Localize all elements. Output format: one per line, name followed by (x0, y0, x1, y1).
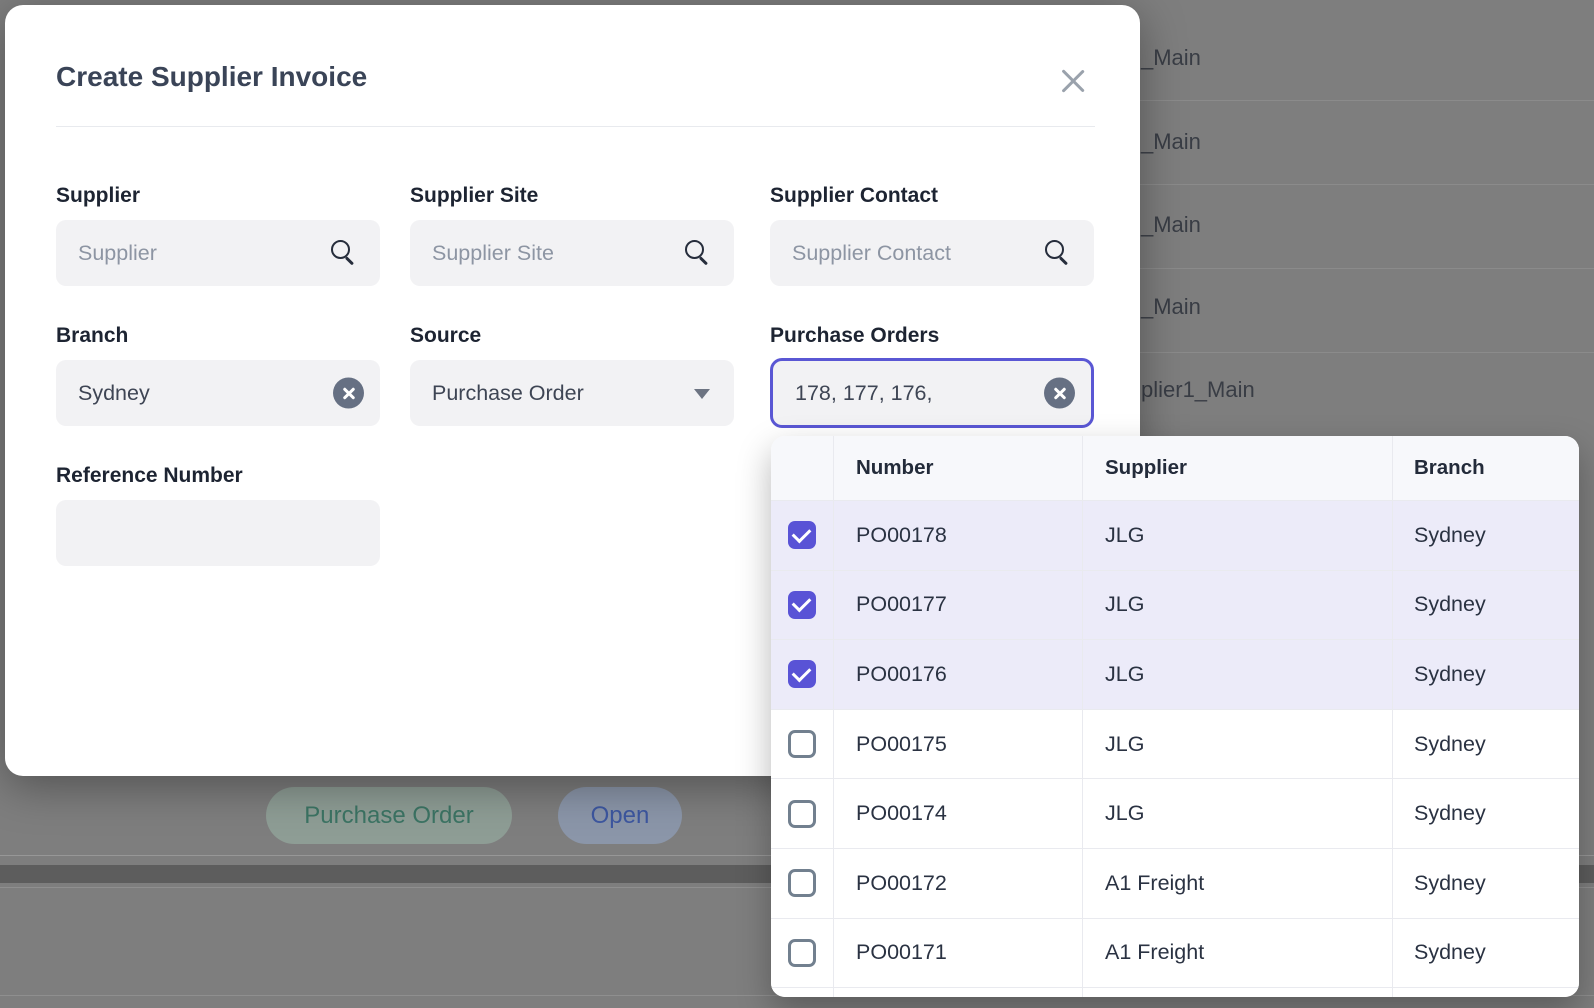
cell-branch: Sydney (1393, 571, 1579, 640)
table-row[interactable]: PO00177 JLG Sydney (771, 571, 1579, 641)
cell-supplier: JLG (1083, 501, 1393, 570)
chevron-down-icon[interactable] (694, 389, 710, 399)
cell-branch: Sydney (1393, 919, 1579, 988)
purchase-orders-dropdown: Number Supplier Branch PO00178 JLG Sydne… (771, 436, 1579, 997)
supplier-contact-placeholder: Supplier Contact (792, 241, 951, 266)
cell-branch: Sydney (1393, 710, 1579, 779)
close-icon[interactable] (1056, 64, 1090, 98)
clear-circle-icon[interactable] (333, 378, 364, 409)
table-row[interactable]: PO00176 JLG Sydney (771, 640, 1579, 710)
cell-supplier: JLG (1083, 710, 1393, 779)
table-row[interactable]: PO00174 JLG Sydney (771, 779, 1579, 849)
branch-input[interactable]: Sydney (56, 360, 380, 426)
source-value: Purchase Order (432, 381, 584, 406)
bg-badge-purchase-order: Purchase Order (266, 787, 512, 844)
supplier-contact-input[interactable]: Supplier Contact (770, 220, 1094, 286)
cell-number: PO00174 (834, 779, 1083, 848)
cell-supplier: A1 Freight (1083, 849, 1393, 918)
purchase-orders-input[interactable]: 178, 177, 176, (770, 358, 1094, 428)
bg-table-cell-fragment: _Main (1141, 129, 1201, 155)
source-select[interactable]: Purchase Order (410, 360, 734, 426)
cell-number: PO00171 (834, 919, 1083, 988)
reference-number-input[interactable] (56, 500, 380, 566)
row-checkbox[interactable] (788, 591, 816, 619)
bg-table-cell-fragment: plier1_Main (1141, 377, 1255, 403)
row-checkbox[interactable] (788, 939, 816, 967)
cell-supplier: A1 Freight (1083, 919, 1393, 988)
bg-row-divider (1100, 184, 1594, 185)
cell-number: PO00178 (834, 501, 1083, 570)
purchase-orders-value: 178, 177, 176, (795, 381, 932, 406)
cell-supplier: JLG (1083, 779, 1393, 848)
cell-branch: Sydney (1393, 779, 1579, 848)
dropdown-header-row: Number Supplier Branch (771, 436, 1579, 501)
supplier-site-label: Supplier Site (410, 184, 538, 208)
supplier-input[interactable]: Supplier (56, 220, 380, 286)
table-row-partial (771, 988, 1579, 997)
table-row[interactable]: PO00171 A1 Freight Sydney (771, 919, 1579, 989)
supplier-placeholder: Supplier (78, 241, 157, 266)
bg-badge-open: Open (558, 787, 682, 844)
row-checkbox[interactable] (788, 800, 816, 828)
clear-circle-icon[interactable] (1044, 378, 1075, 409)
column-header-number: Number (834, 436, 1083, 500)
cell-branch: Sydney (1393, 640, 1579, 709)
source-label: Source (410, 324, 481, 348)
bg-row-divider (1100, 100, 1594, 101)
row-checkbox[interactable] (788, 869, 816, 897)
screen: _Main _Main _Main _Main plier1_Main Purc… (0, 0, 1594, 1008)
column-header-supplier: Supplier (1083, 436, 1393, 500)
bg-table-cell-fragment: _Main (1141, 45, 1201, 71)
dialog-title: Create Supplier Invoice (56, 61, 367, 93)
search-icon[interactable] (1045, 240, 1064, 259)
cell-number: PO00172 (834, 849, 1083, 918)
supplier-site-input[interactable]: Supplier Site (410, 220, 734, 286)
bg-table-cell-fragment: _Main (1141, 294, 1201, 320)
checkbox-column-header (771, 436, 834, 500)
cell-supplier: JLG (1083, 640, 1393, 709)
supplier-contact-label: Supplier Contact (770, 184, 938, 208)
bg-row-divider (1100, 352, 1594, 353)
bg-badge-label: Open (591, 802, 650, 830)
row-checkbox[interactable] (788, 521, 816, 549)
reference-number-label: Reference Number (56, 464, 243, 488)
table-row[interactable]: PO00175 JLG Sydney (771, 710, 1579, 780)
search-icon[interactable] (685, 240, 704, 259)
branch-label: Branch (56, 324, 128, 348)
bg-row-divider (1100, 268, 1594, 269)
table-row[interactable]: PO00172 A1 Freight Sydney (771, 849, 1579, 919)
cell-supplier: JLG (1083, 571, 1393, 640)
cell-number: PO00176 (834, 640, 1083, 709)
column-header-branch: Branch (1393, 436, 1579, 500)
bg-badge-label: Purchase Order (304, 802, 473, 830)
row-checkbox[interactable] (788, 730, 816, 758)
cell-number: PO00177 (834, 571, 1083, 640)
cell-number: PO00175 (834, 710, 1083, 779)
title-divider (56, 126, 1095, 127)
table-row[interactable]: PO00178 JLG Sydney (771, 501, 1579, 571)
bg-table-cell-fragment: _Main (1141, 212, 1201, 238)
cell-branch: Sydney (1393, 501, 1579, 570)
row-checkbox[interactable] (788, 660, 816, 688)
supplier-label: Supplier (56, 184, 140, 208)
purchase-orders-label: Purchase Orders (770, 324, 939, 348)
supplier-site-placeholder: Supplier Site (432, 241, 554, 266)
search-icon[interactable] (331, 240, 350, 259)
cell-branch: Sydney (1393, 849, 1579, 918)
branch-value: Sydney (78, 381, 150, 406)
